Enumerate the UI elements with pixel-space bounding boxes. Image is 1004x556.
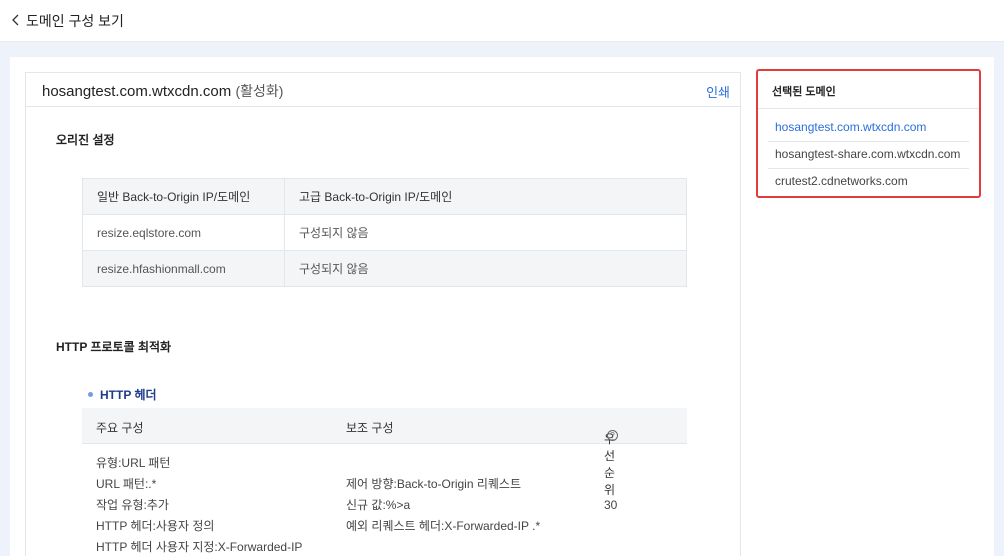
origin-cell-basic: resize.eqlstore.com xyxy=(82,214,285,251)
http-header-table-head: 주요 구성 보조 구성 우선순위? xyxy=(82,408,687,497)
domain-config-content: hosangtest.com.wtxcdn.com (활성화) 인쇄 오리진 설… xyxy=(25,72,741,556)
origin-table-header: 일반 Back-to-Origin IP/도메인 고급 Back-to-Orig… xyxy=(82,178,687,215)
http-section-title: HTTP 프로토콜 최적화 xyxy=(56,340,172,354)
domain-name: hosangtest.com.wtxcdn.com xyxy=(42,83,232,100)
secondary-config-line: 제어 방향:Back-to-Origin 리퀘스트 xyxy=(346,477,522,491)
chevron-left-icon[interactable] xyxy=(10,12,22,28)
domain-name-line: hosangtest.com.wtxcdn.com (활성화) xyxy=(42,81,283,101)
print-link[interactable]: 인쇄 xyxy=(706,82,730,101)
main-config-line: 유형:URL 패턴 xyxy=(96,456,171,470)
main-config-line: HTTP 헤더 사용자 지정:X-Forwarded-IP xyxy=(96,540,303,554)
main-config-line: HTTP 헤더:사용자 정의 xyxy=(96,519,215,533)
bullet-dot xyxy=(88,392,93,398)
main-config-cell: 유형:URL 패턴 URL 패턴:.* 작업 유형:추가 HTTP 헤더:사용자… xyxy=(96,453,302,556)
col-main-config: 주요 구성 xyxy=(96,421,144,435)
origin-cell-advanced: 구성되지 않음 xyxy=(284,214,687,251)
table-row: resize.hfashionmall.com 구성되지 않음 xyxy=(82,250,687,287)
secondary-config-line: 예외 리퀘스트 헤더:X-Forwarded-IP .* xyxy=(346,519,541,533)
origin-cell-advanced: 구성되지 않음 xyxy=(284,250,687,287)
list-item[interactable]: hosangtest-share.com.wtxcdn.com xyxy=(768,142,969,169)
origin-col-advanced: 고급 Back-to-Origin IP/도메인 xyxy=(284,178,687,215)
page-title: 도메인 구성 보기 xyxy=(26,13,124,29)
priority-cell: 30 xyxy=(604,495,617,516)
http-header-subtitle-label: HTTP 헤더 xyxy=(100,388,157,402)
list-item[interactable]: crutest2.cdnetworks.com xyxy=(768,169,969,196)
origin-cell-basic: resize.hfashionmall.com xyxy=(82,250,285,287)
selected-domains-list: hosangtest.com.wtxcdn.com hosangtest-sha… xyxy=(768,115,969,196)
question-circle-icon[interactable]: ? xyxy=(607,430,618,441)
top-bar: 도메인 구성 보기 xyxy=(0,0,1004,42)
main-config-line: 작업 유형:추가 xyxy=(96,498,169,512)
list-item[interactable]: hosangtest.com.wtxcdn.com xyxy=(768,115,969,142)
origin-col-basic: 일반 Back-to-Origin IP/도메인 xyxy=(82,178,285,215)
http-header-subtitle: HTTP 헤더 xyxy=(88,386,157,403)
priority-value: 30 xyxy=(604,498,618,512)
main-panel: hosangtest.com.wtxcdn.com (활성화) 인쇄 오리진 설… xyxy=(10,57,994,556)
origin-section-title: 오리진 설정 xyxy=(56,133,115,147)
origin-table: 일반 Back-to-Origin IP/도메인 고급 Back-to-Orig… xyxy=(82,178,687,287)
secondary-config-cell: 제어 방향:Back-to-Origin 리퀘스트 신규 값:%>a 예외 리퀘… xyxy=(346,474,540,537)
main-config-line: URL 패턴:.* xyxy=(96,477,157,491)
selected-domains-panel: 선택된 도메인 hosangtest.com.wtxcdn.com hosang… xyxy=(756,69,981,198)
domain-header: hosangtest.com.wtxcdn.com (활성화) 인쇄 xyxy=(26,73,740,107)
table-row: 유형:URL 패턴 URL 패턴:.* 작업 유형:추가 HTTP 헤더:사용자… xyxy=(82,453,687,556)
selected-domains-title: 선택된 도메인 xyxy=(758,71,979,109)
domain-status: (활성화) xyxy=(235,83,284,99)
table-row: resize.eqlstore.com 구성되지 않음 xyxy=(82,214,687,251)
secondary-config-line: 신규 값:%>a xyxy=(346,498,411,512)
col-secondary-config: 보조 구성 xyxy=(346,421,394,435)
